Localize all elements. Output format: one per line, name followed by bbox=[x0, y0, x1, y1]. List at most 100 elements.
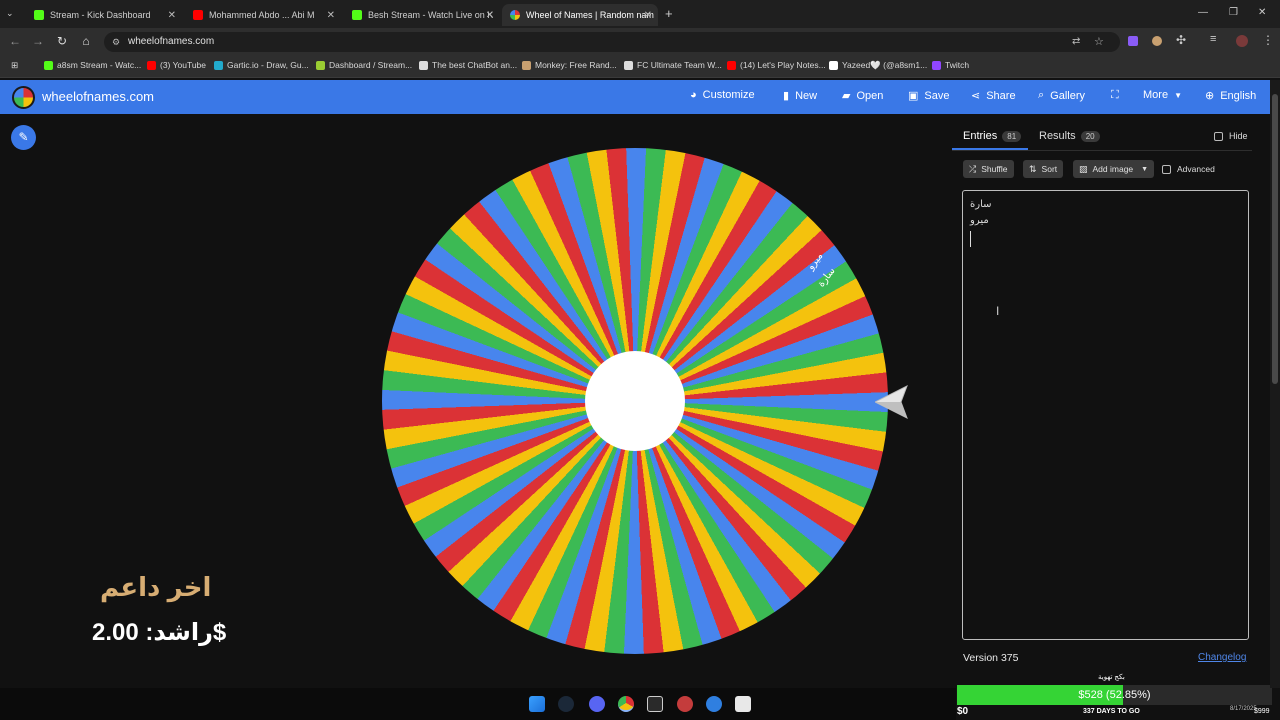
kick-icon bbox=[352, 10, 362, 20]
changelog-link[interactable]: Changelog bbox=[1198, 652, 1246, 663]
folder-icon: ▰ bbox=[842, 90, 851, 102]
bookmark-gartic[interactable]: Gartic.io - Draw, Gu... bbox=[214, 60, 309, 70]
donation-goal-amount: $528 (52.85%) bbox=[1078, 689, 1151, 701]
wheel-logo-icon[interactable] bbox=[12, 86, 35, 109]
new-button[interactable]: ▮ New bbox=[783, 89, 817, 103]
home-icon[interactable]: ⌂ bbox=[78, 34, 94, 48]
browser-menu-icon[interactable]: ⋮ bbox=[1262, 33, 1274, 47]
wheel[interactable] bbox=[382, 148, 888, 654]
floppy-disk-icon: ▣ bbox=[908, 90, 919, 102]
sort-icon: ⇅ bbox=[1029, 163, 1037, 174]
dashboard-icon bbox=[316, 60, 325, 70]
bookmark-tiktok-yazeed[interactable]: Yazeed🤍 (@a8sm1... bbox=[829, 60, 927, 71]
ibeam-cursor-icon: I bbox=[996, 304, 1000, 318]
close-tab-icon[interactable]: ✕ bbox=[327, 10, 335, 21]
back-icon[interactable]: ← bbox=[7, 34, 23, 48]
profile-avatar[interactable] bbox=[1236, 35, 1248, 47]
close-tab-icon[interactable]: ✕ bbox=[486, 10, 494, 21]
more-menu-button[interactable]: More ▼ bbox=[1143, 89, 1182, 101]
browser-tab-wheel-of-names[interactable]: Wheel of Names | Random nam ✕ bbox=[502, 4, 658, 26]
chrome-icon[interactable] bbox=[618, 696, 634, 712]
save-button[interactable]: ▣ Save bbox=[908, 89, 949, 103]
bookmark-youtube[interactable]: (3) YouTube bbox=[147, 60, 206, 70]
extension-monkey-icon[interactable] bbox=[1152, 36, 1162, 46]
close-tab-icon[interactable]: ✕ bbox=[644, 10, 652, 21]
site-title[interactable]: wheelofnames.com bbox=[42, 89, 154, 104]
game-launcher-icon[interactable] bbox=[677, 696, 693, 712]
youtube-icon bbox=[193, 10, 203, 20]
sort-button[interactable]: ⇅ Sort bbox=[1023, 160, 1064, 178]
fc-icon bbox=[624, 60, 633, 70]
apps-grid-icon[interactable]: ⊞ bbox=[11, 60, 18, 71]
capcut-icon[interactable] bbox=[735, 696, 751, 712]
fullscreen-button[interactable]: ⛶ bbox=[1111, 89, 1125, 102]
customize-button[interactable]: ◕ Customize bbox=[690, 89, 755, 101]
page-scrollbar[interactable] bbox=[1270, 80, 1280, 688]
forward-icon[interactable]: → bbox=[30, 34, 46, 48]
url-text: wheelofnames.com bbox=[128, 36, 215, 47]
add-image-button[interactable]: ▨ Add image ▼ bbox=[1073, 160, 1155, 178]
bookmark-chatbot[interactable]: The best ChatBot an... bbox=[419, 60, 517, 70]
stream-overlay-title: اخر داعم bbox=[100, 572, 212, 602]
wheel-favicon-icon bbox=[510, 10, 520, 20]
site-info-icon[interactable]: ⚙ bbox=[112, 32, 120, 52]
tab-search-icon[interactable]: ⌄ bbox=[6, 8, 14, 19]
media-app-icon[interactable] bbox=[647, 696, 663, 712]
wheel-center[interactable] bbox=[585, 351, 685, 451]
bookmark-lets-play-notes[interactable]: (14) Let's Play Notes... bbox=[727, 60, 826, 70]
bookmark-fc-ultimate-team[interactable]: FC Ultimate Team W... bbox=[624, 60, 722, 70]
edit-wheel-button[interactable]: ✎ bbox=[11, 125, 36, 150]
translate-icon[interactable]: ⇄ bbox=[1072, 32, 1080, 52]
stream-overlay-last-donation: راشد: 2.00$ bbox=[92, 619, 227, 646]
browser-tab-besh-stream[interactable]: Besh Stream - Watch Live on K ✕ bbox=[344, 4, 500, 26]
pencil-icon: ✎ bbox=[18, 130, 29, 144]
donation-goal-min: $0 bbox=[957, 706, 969, 717]
advanced-checkbox[interactable]: Advanced bbox=[1162, 164, 1215, 174]
gartic-icon bbox=[214, 60, 223, 70]
reload-icon[interactable]: ↻ bbox=[54, 34, 70, 48]
browser-tab-kick-dashboard[interactable]: Stream - Kick Dashboard ✕ bbox=[26, 4, 182, 26]
text-cursor bbox=[970, 231, 1241, 247]
share-button[interactable]: ⋖ Share bbox=[971, 89, 1016, 103]
donation-goal-date: 8/17/2025 bbox=[1230, 706, 1257, 712]
tab-results[interactable]: Results 20 bbox=[1039, 130, 1100, 142]
windows-taskbar bbox=[0, 688, 956, 720]
monkey-icon bbox=[522, 60, 531, 70]
globe-icon: ⊕ bbox=[1205, 90, 1215, 102]
language-button[interactable]: ⊕ English bbox=[1205, 89, 1256, 103]
address-bar[interactable]: ⚙ wheelofnames.com ⇄ ☆ bbox=[104, 32, 1120, 52]
new-tab-button[interactable]: + bbox=[665, 6, 673, 21]
open-button[interactable]: ▰ Open bbox=[842, 89, 883, 103]
close-window-icon[interactable]: ✕ bbox=[1258, 7, 1266, 18]
restore-window-icon[interactable]: ❐ bbox=[1229, 7, 1238, 18]
entries-textarea[interactable]: سارة ميرو bbox=[962, 190, 1249, 640]
bookmark-twitch[interactable]: Twitch bbox=[932, 60, 969, 70]
gallery-button[interactable]: ⌕ Gallery bbox=[1038, 89, 1085, 102]
minimize-window-icon[interactable]: — bbox=[1198, 7, 1208, 18]
wheel-pointer-icon bbox=[875, 384, 908, 420]
steam-icon[interactable] bbox=[558, 696, 574, 712]
battlenet-icon[interactable] bbox=[706, 696, 722, 712]
media-controls-icon[interactable]: ≡ bbox=[1210, 33, 1216, 45]
extensions-puzzle-icon[interactable]: ✣ bbox=[1176, 33, 1186, 47]
bookmark-dashboard-stream[interactable]: Dashboard / Stream... bbox=[316, 60, 412, 70]
tab-entries[interactable]: Entries 81 bbox=[963, 130, 1022, 142]
bookmark-monkey[interactable]: Monkey: Free Rand... bbox=[522, 60, 617, 70]
extension-f-icon[interactable] bbox=[1128, 36, 1138, 46]
discord-icon[interactable] bbox=[589, 696, 605, 712]
bookmark-a8sm-stream[interactable]: a8sm Stream - Watc... bbox=[44, 60, 141, 70]
donation-goal-bar: $528 (52.85%) bbox=[957, 685, 1272, 705]
checkbox-icon bbox=[1214, 131, 1223, 141]
bookmark-star-icon[interactable]: ☆ bbox=[1094, 32, 1104, 52]
close-tab-icon[interactable]: ✕ bbox=[168, 10, 176, 21]
site-header: wheelofnames.com ◕ Customize ▮ New ▰ Open ▣… bbox=[0, 80, 1270, 114]
windows-start-icon[interactable] bbox=[529, 696, 545, 712]
share-icon: ⋖ bbox=[971, 90, 981, 102]
hide-checkbox[interactable]: Hide bbox=[1214, 131, 1248, 141]
youtube-icon bbox=[727, 60, 736, 70]
browser-tab-youtube[interactable]: Mohammed Abdo ... Abi M ✕ bbox=[185, 4, 341, 26]
donation-goal-days-left: 337 DAYS TO GO bbox=[1083, 708, 1140, 715]
new-file-icon: ▮ bbox=[783, 90, 790, 102]
shuffle-button[interactable]: ⤮ Shuffle bbox=[963, 160, 1014, 178]
scrollbar-thumb[interactable] bbox=[1272, 94, 1278, 384]
